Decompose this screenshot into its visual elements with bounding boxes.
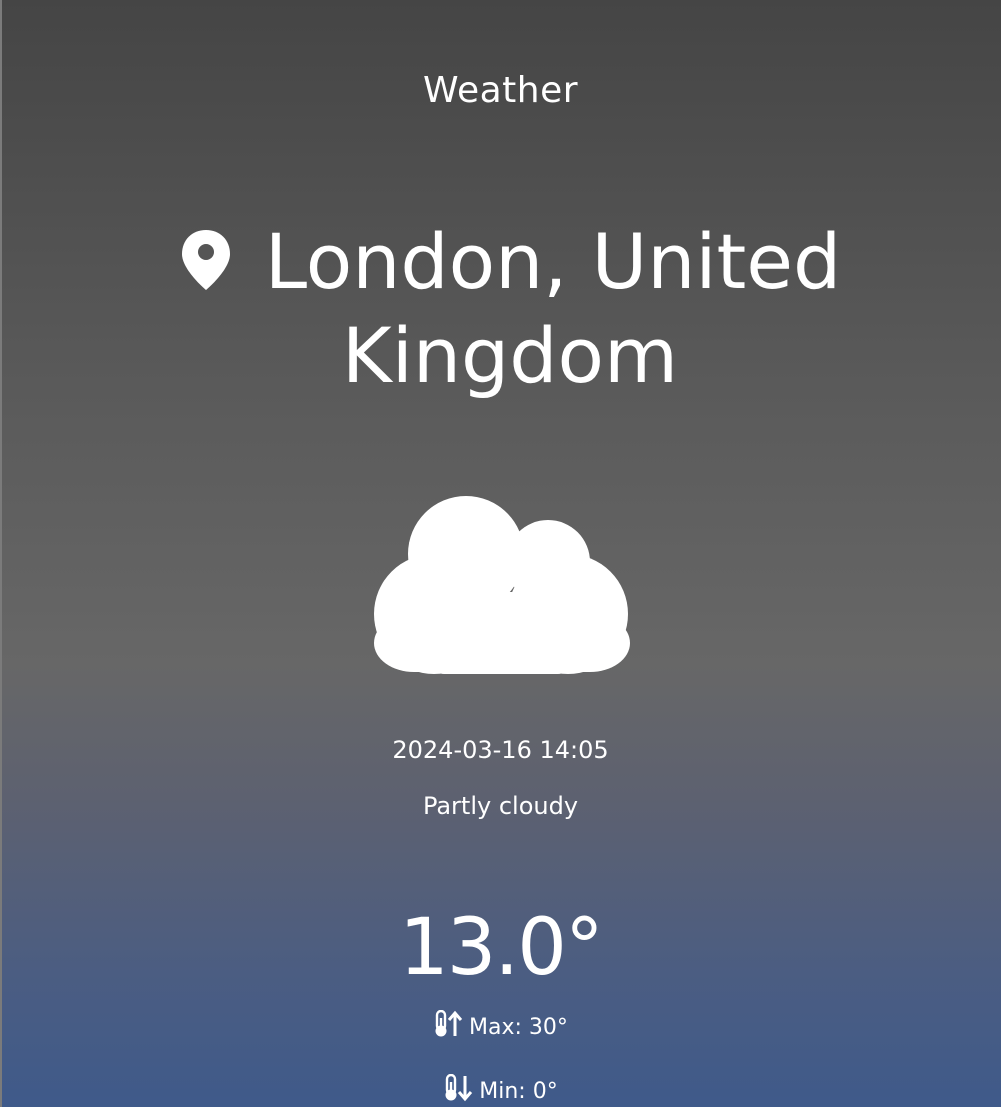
max-temperature-label: Max: 30°	[469, 1015, 568, 1040]
min-temperature-label: Min: 0°	[479, 1079, 558, 1104]
thermometer-down-icon	[445, 1074, 473, 1102]
location-name: London, United Kingdom	[264, 217, 842, 400]
current-temperature: 13.0°	[399, 903, 604, 993]
location-heading: London, United Kingdom	[150, 215, 870, 403]
app-title: Weather	[422, 70, 579, 111]
weather-condition: Partly cloudy	[422, 792, 579, 820]
thermometer-up-icon	[435, 1010, 463, 1037]
map-pin-icon	[181, 230, 230, 290]
min-temperature: Min: 0°	[0, 1074, 1001, 1104]
max-temperature: Max: 30°	[0, 1010, 1001, 1040]
cloud-icon	[374, 496, 630, 674]
observation-datetime: 2024-03-16 14:05	[392, 736, 609, 764]
